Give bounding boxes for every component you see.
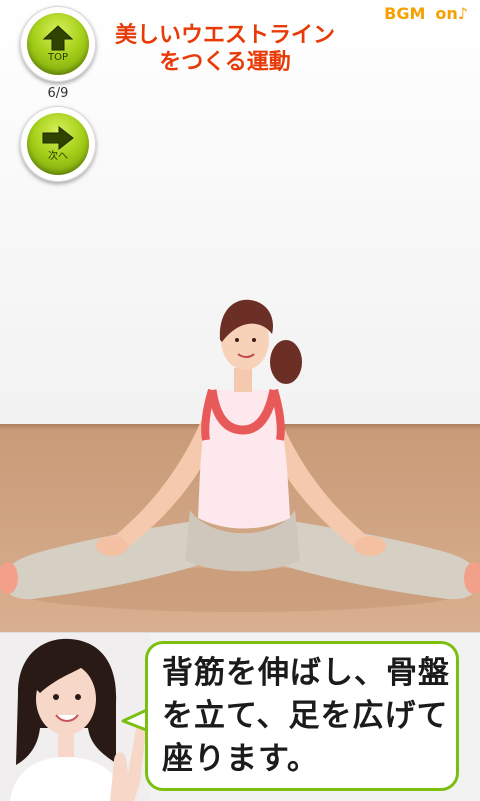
arrow-right-icon [42,126,74,150]
bgm-state: on♪ [435,4,468,23]
bgm-toggle[interactable]: BGM on♪ [384,4,468,23]
next-button-label: 次へ [48,151,68,162]
title-line-2: をつくる運動 [159,50,291,75]
page-title: 美しいウエストライン をつくる運動 [90,22,360,76]
arrow-up-icon [43,25,73,51]
instruction-line-2: を立て、足を広げて [162,698,449,734]
instruction-panel: 背筋を伸ばし、骨盤 を立て、足を広げて 座ります。 [0,632,480,801]
next-button[interactable]: 次へ [20,106,96,182]
title-line-1: 美しいウエストライン [114,23,335,48]
instruction-text: 背筋を伸ばし、骨盤 を立て、足を広げて 座ります。 [162,652,452,781]
page-counter: 6/9 [47,86,69,101]
exercise-illustration [0,299,480,612]
instruction-line-3: 座ります。 [162,741,319,777]
top-button[interactable]: TOP [20,6,96,82]
instruction-line-1: 背筋を伸ばし、骨盤 [162,655,450,691]
speech-bubble: 背筋を伸ばし、骨盤 を立て、足を広げて 座ります。 [145,641,459,791]
bgm-label: BGM [384,4,426,23]
top-button-label: TOP [47,52,68,63]
